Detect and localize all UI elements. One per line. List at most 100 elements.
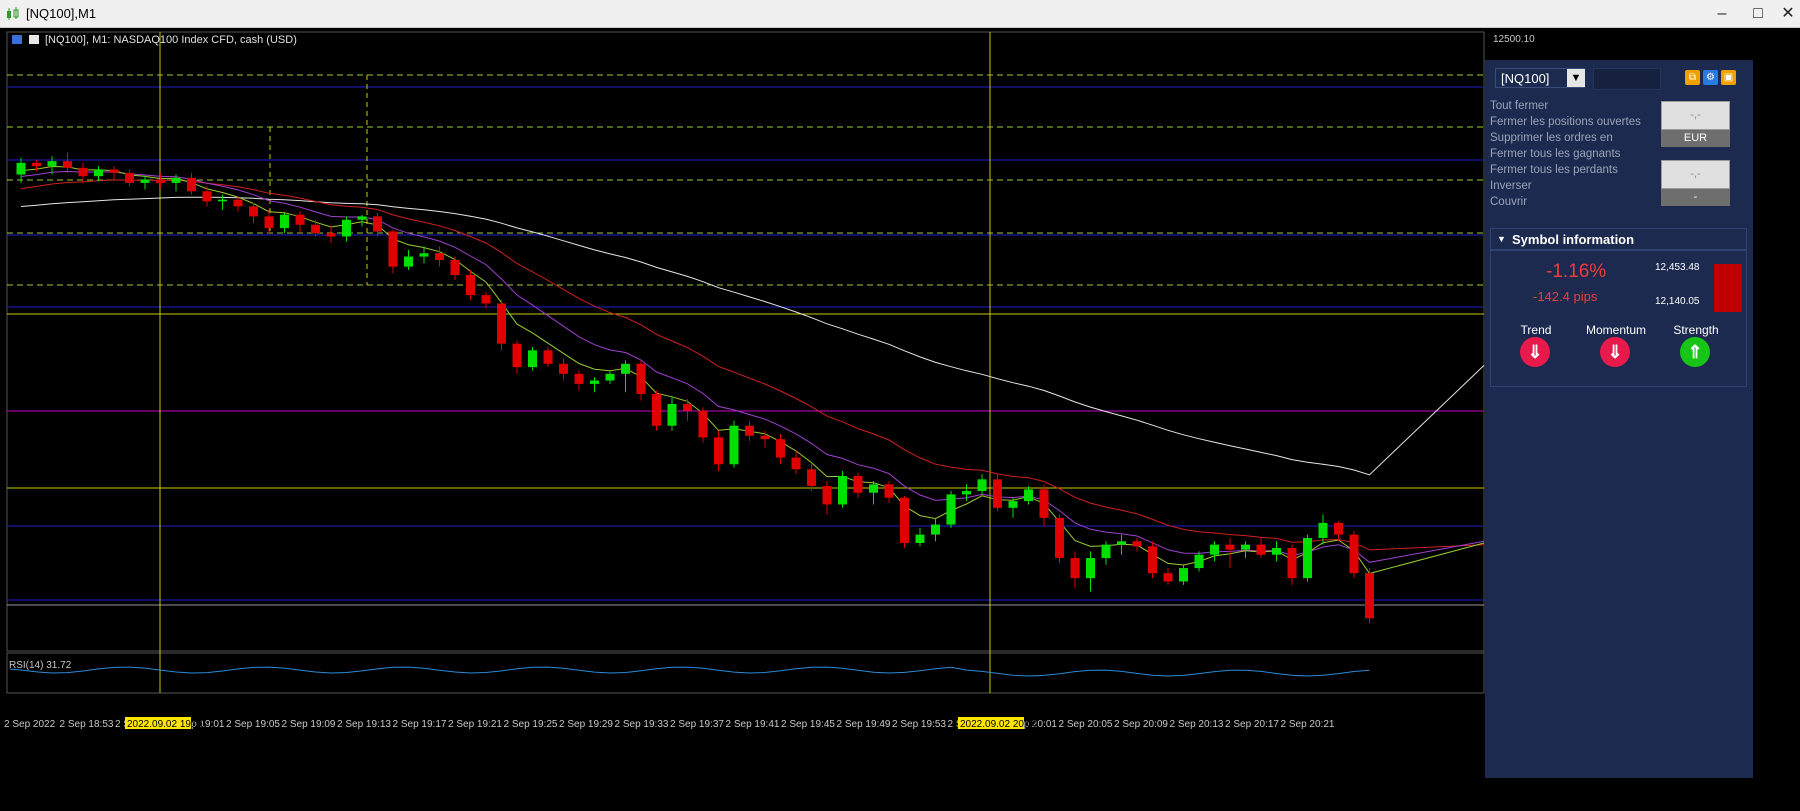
time-axis-label: 2 Sep 19:41 [726,719,780,730]
candle-body [791,457,801,470]
candle-body [1086,558,1095,579]
time-axis-label: 2 Sep 19:13 [337,719,391,730]
candle-body [1179,568,1188,582]
main-plot-frame [6,31,1485,652]
candle-body [249,206,258,217]
sell-price-button[interactable]: -,- [1661,160,1730,189]
volume-input[interactable] [1593,68,1661,90]
strength-label: Strength [1673,323,1719,337]
candle-body [605,373,615,381]
chevron-down-icon[interactable]: ▼ [1567,69,1585,87]
candle-body [1070,558,1080,579]
candle-body [621,363,630,374]
time-highlight-label: 2022.09.02 20:00 [960,719,1038,730]
menu-reverse[interactable]: Inverser [1490,180,1532,192]
candle-body [78,167,88,177]
candle-body [1148,546,1157,574]
candle-body [109,169,119,173]
candle-body [1117,541,1126,545]
menu-close-winners[interactable]: Fermer tous les gagnants [1490,148,1620,160]
candle-body [388,231,398,267]
time-axis-label: 2 Sep 20:21 [1281,719,1335,730]
expand-icon[interactable]: ▣ [1721,70,1736,85]
settings-icon[interactable]: ⚙ [1703,70,1718,85]
candle-body [1225,544,1235,550]
candle-body [1303,537,1312,579]
candle-body [202,191,212,202]
candle-body [683,403,692,411]
currency-label: EUR [1661,130,1730,147]
ma-green-line [20,165,1485,575]
change-pips: -142.4 pips [1533,289,1598,304]
candle-body [636,363,646,394]
window-titlebar: [NQ100],M1 – □ ✕ [0,0,1800,28]
menu-close-losers[interactable]: Fermer tous les perdants [1490,164,1618,176]
candle-body [931,524,940,535]
buy-price-button[interactable]: -,- [1661,101,1730,130]
candle-body [1055,517,1064,559]
candle-body [1039,489,1049,518]
time-axis-label: 2 Sep 20:05 [1059,719,1113,730]
candle-body [667,403,677,426]
candle-body [140,179,150,183]
copy-icon[interactable]: ⧉ [1685,70,1700,85]
menu-delete-orders[interactable]: Supprimer les ordres en [1490,132,1613,144]
symbol-info-title: Symbol information [1512,232,1635,247]
candle-body [962,491,971,495]
candle-body [745,425,754,436]
candle-body [838,475,847,505]
trade-panel: [NQ100] ▼ ⧉ ⚙ ▣ Tout fermer Fermer les p… [1485,60,1753,778]
time-axis-label: 2 Sep 19:49 [837,719,891,730]
candle-body [233,199,243,207]
change-percent: -1.16% [1546,261,1607,282]
time-axis-label: 2 Sep 2022 [4,719,56,730]
candle-body [559,363,568,374]
chart-area[interactable]: 12500.1012482.3012464.9012447.5012429.70… [0,28,1800,811]
candle-body [419,253,429,257]
candle-body [187,177,196,192]
candle-body [125,172,134,183]
candle-body [1008,501,1018,508]
candle-body [1349,534,1359,574]
candle-body [1241,544,1250,550]
range-high: 12,453.48 [1655,262,1700,273]
candle-body [946,494,956,525]
candle-body [574,373,584,384]
candle-body [404,256,413,267]
candle-body [698,410,708,438]
candle-body [1256,544,1266,555]
candle-body [326,233,336,237]
momentum-arrow-down-icon: ⇓ [1600,337,1630,367]
candle-body [16,162,26,175]
candle-body [652,393,661,426]
symbol-info-header[interactable]: ▼ Symbol information [1490,228,1747,250]
candle-body [47,161,57,167]
menu-close-open-positions[interactable]: Fermer les positions ouvertes [1490,116,1641,128]
candle-body [1163,573,1173,582]
candle-body [156,179,165,183]
candle-body [373,216,382,232]
time-axis-label: 2 Sep 19:29 [559,719,613,730]
candle-body [900,497,909,543]
candle-body [1101,544,1111,559]
candle-body [63,161,72,168]
trend-arrow-down-icon: ⇓ [1520,337,1550,367]
candle-body [1272,548,1281,555]
time-axis-label: 2 Sep 19:25 [504,719,558,730]
menu-hedge[interactable]: Couvrir [1490,196,1527,208]
close-button[interactable]: ✕ [1770,2,1800,26]
trend-label: Trend [1520,323,1552,337]
time-axis-label: 2 Sep 19:21 [448,719,502,730]
candle-body [1132,541,1142,547]
time-axis-label: 2 Sep 19:09 [282,719,336,730]
chart-type-icon [29,35,39,44]
minimize-button[interactable]: – [1704,2,1740,26]
candle-body [32,162,41,167]
rsi-line [9,666,1370,677]
menu-close-all[interactable]: Tout fermer [1490,100,1548,112]
candle-body [729,425,739,465]
chart-app-icon [7,7,19,20]
candle-body [1024,489,1033,502]
range-bar [1714,264,1742,312]
candle-body [1194,554,1204,569]
